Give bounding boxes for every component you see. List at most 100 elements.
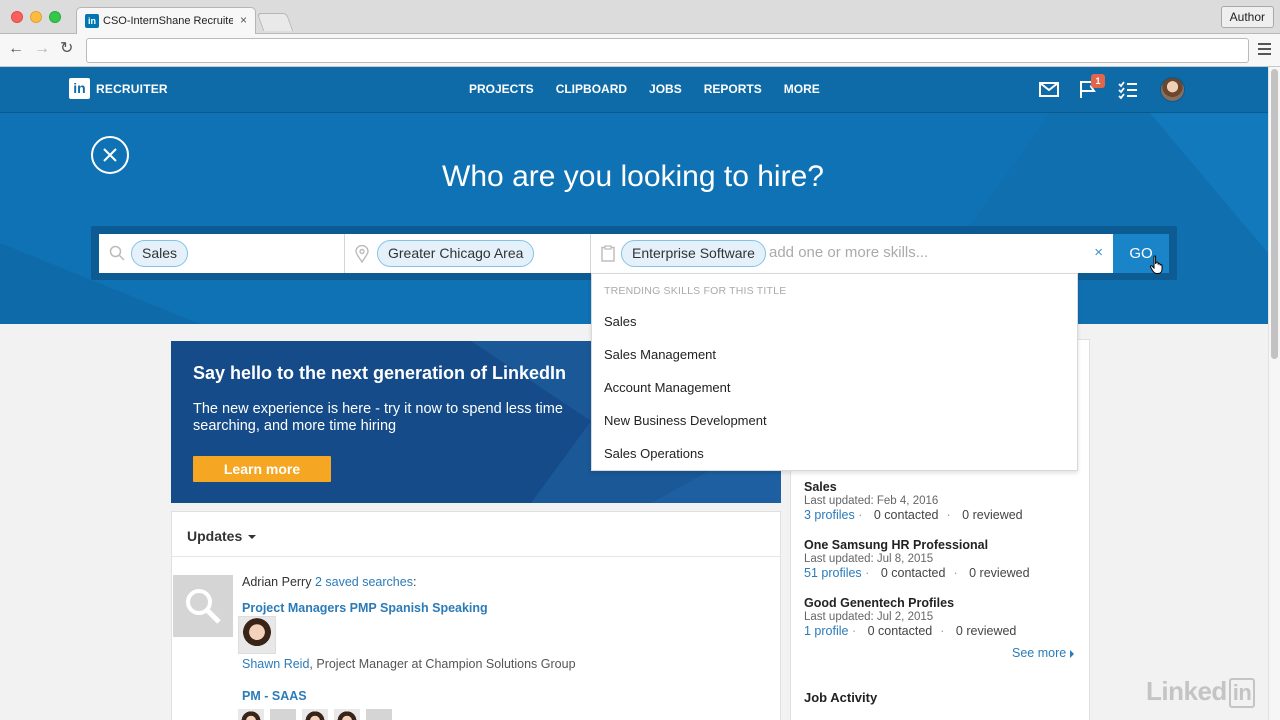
nav-projects[interactable]: PROJECTS (469, 82, 534, 96)
candidate-photo[interactable] (302, 709, 328, 720)
candidate-photo[interactable] (334, 709, 360, 720)
main-nav: PROJECTS CLIPBOARD JOBS REPORTS MORE (469, 82, 820, 96)
hand-cursor-icon (1149, 255, 1163, 274)
location-field[interactable]: Greater Chicago Area (345, 234, 591, 273)
reviewed-count: 0 reviewed (969, 566, 1030, 580)
browser-tab-bar: in CSO-InternShane Recruiter × Author (0, 0, 1280, 35)
suggestion-item[interactable]: Sales Operations (604, 446, 767, 479)
notification-badge: 1 (1091, 74, 1105, 88)
avatar[interactable] (1160, 77, 1185, 102)
browser-toolbar: ← → ↻ (0, 34, 1280, 67)
page-scrollbar[interactable] (1268, 67, 1280, 720)
saved-search-link[interactable]: PM - SAAS (242, 689, 307, 703)
browser-tab-active[interactable]: in CSO-InternShane Recruiter × (76, 7, 256, 35)
skills-input[interactable] (769, 244, 1069, 261)
suggestion-item[interactable]: Account Management (604, 380, 767, 413)
new-tab-button[interactable] (256, 13, 294, 31)
reload-icon[interactable]: ↻ (60, 40, 73, 58)
project-stats: 51 profiles · 0 contacted · 0 reviewed (804, 566, 1030, 580)
search-bar: Sales Greater Chicago Area Enterprise So… (99, 234, 1113, 273)
profiles-link[interactable]: 51 profiles (804, 566, 862, 580)
project-list: Sales Last updated: Feb 4, 2016 3 profil… (804, 480, 1084, 654)
divider (172, 556, 780, 557)
saved-search-thumbnail (173, 575, 233, 637)
skills-field[interactable]: Enterprise Software × (591, 234, 1113, 273)
linkedin-watermark: Linked in (1146, 676, 1256, 708)
list-item: Sales Last updated: Feb 4, 2016 3 profil… (804, 480, 1084, 522)
project-stats: 1 profile · 0 contacted · 0 reviewed (804, 624, 1017, 638)
project-updated: Last updated: Feb 4, 2016 (804, 495, 939, 507)
list-item: Good Genentech Profiles Last updated: Ju… (804, 596, 1084, 638)
candidate-photo[interactable] (366, 709, 392, 720)
see-more-link[interactable]: See more (1012, 646, 1075, 660)
job-activity-heading: Job Activity (804, 690, 878, 705)
reviewed-count: 0 reviewed (962, 508, 1023, 522)
search-icon (109, 245, 125, 261)
back-arrow-icon[interactable]: ← (8, 40, 24, 58)
nav-reports[interactable]: REPORTS (704, 82, 762, 96)
clear-skills-icon[interactable]: × (1094, 244, 1103, 261)
suggestion-item[interactable]: New Business Development (604, 413, 767, 446)
candidate-thumbnails (238, 709, 392, 720)
forward-arrow-icon[interactable]: → (34, 40, 50, 58)
update-summary: Adrian Perry 2 saved searches: (242, 575, 416, 589)
contacted-count: 0 contacted (873, 508, 939, 522)
learn-more-button[interactable]: Learn more (193, 456, 331, 482)
candidate-photo[interactable] (238, 709, 264, 720)
list-item: One Samsung HR Professional Last updated… (804, 538, 1084, 580)
window-minimize-button[interactable] (30, 11, 42, 23)
nav-jobs[interactable]: JOBS (649, 82, 682, 96)
candidate-photo[interactable] (238, 616, 276, 654)
browser-menu-icon[interactable] (1258, 43, 1271, 58)
window-zoom-button[interactable] (49, 11, 61, 23)
candidate-name-link[interactable]: Shawn Reid (242, 657, 309, 671)
caret-down-icon (248, 535, 257, 540)
caret-right-icon (1070, 649, 1075, 658)
update-suffix: : (412, 575, 417, 589)
linkedin-logo-icon[interactable]: in (69, 78, 90, 99)
skill-pill[interactable]: Enterprise Software (621, 240, 766, 267)
clipboard-icon (601, 245, 615, 262)
profiles-link[interactable]: 1 profile (804, 624, 848, 638)
suggestion-item[interactable]: Sales Management (604, 347, 767, 380)
window-close-button[interactable] (11, 11, 23, 23)
author-profile-button[interactable]: Author (1220, 6, 1274, 28)
skills-suggestions-dropdown: TRENDING SKILLS FOR THIS TITLE Sales Sal… (591, 273, 1078, 471)
tab-close-icon[interactable]: × (240, 13, 247, 27)
job-title-field[interactable]: Sales (99, 234, 345, 273)
tab-title: CSO-InternShane Recruiter (103, 15, 233, 27)
tasks-checklist-icon[interactable] (1117, 78, 1139, 100)
suggestion-item[interactable]: Sales (604, 314, 767, 347)
job-title-pill[interactable]: Sales (131, 240, 189, 267)
address-bar-input[interactable] (86, 38, 1249, 63)
candidate-title: , Project Manager at Champion Solutions … (309, 657, 576, 671)
contacted-count: 0 contacted (880, 566, 946, 580)
page-title: Who are you looking to hire? (442, 160, 824, 193)
location-pill[interactable]: Greater Chicago Area (377, 240, 535, 267)
saved-search-link[interactable]: Project Managers PMP Spanish Speaking (242, 601, 488, 615)
mail-icon[interactable] (1038, 78, 1060, 100)
reviewed-count: 0 reviewed (955, 624, 1017, 638)
project-name[interactable]: One Samsung HR Professional (804, 538, 1084, 552)
updates-dropdown[interactable]: Updates (187, 528, 257, 544)
see-more-label: See more (1012, 646, 1067, 660)
product-name[interactable]: RECRUITER (96, 82, 168, 96)
profiles-link[interactable]: 3 profiles (804, 508, 855, 522)
project-name[interactable]: Good Genentech Profiles (804, 596, 1084, 610)
nav-clipboard[interactable]: CLIPBOARD (556, 82, 627, 96)
promo-body: The new experience is here - try it now … (193, 401, 563, 434)
project-updated: Last updated: Jul 8, 2015 (804, 553, 934, 565)
watermark-text: Linked (1146, 676, 1227, 706)
candidate-photo[interactable] (270, 709, 296, 720)
project-name[interactable]: Sales (804, 480, 1084, 494)
project-updated: Last updated: Jul 2, 2015 (804, 611, 934, 623)
promo-title: Say hello to the next generation of Link… (193, 363, 567, 383)
location-pin-icon (355, 245, 369, 263)
dropdown-heading: TRENDING SKILLS FOR THIS TITLE (604, 285, 787, 297)
saved-searches-link[interactable]: 2 saved searches (315, 575, 413, 589)
candidate-line: Shawn Reid, Project Manager at Champion … (242, 657, 576, 671)
updates-heading: Updates (187, 528, 243, 544)
scrollbar-thumb[interactable] (1271, 69, 1278, 359)
nav-more[interactable]: MORE (784, 82, 820, 96)
recruiter-header: in RECRUITER PROJECTS CLIPBOARD JOBS REP… (0, 67, 1268, 113)
